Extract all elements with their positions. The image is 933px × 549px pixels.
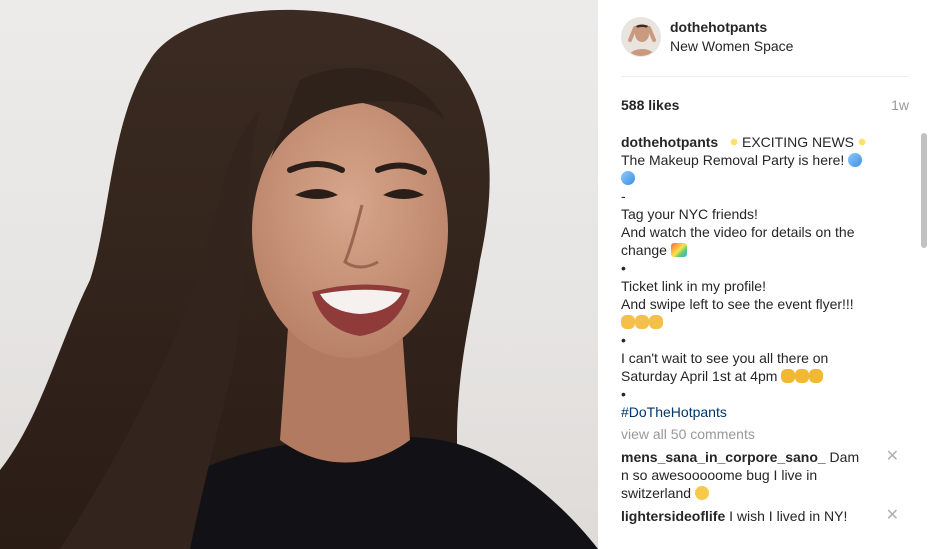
rainbow-icon xyxy=(670,243,687,257)
comments-scrollbar[interactable] xyxy=(920,133,928,533)
sparkles-icon xyxy=(726,135,742,149)
persevering-face-icon xyxy=(694,486,709,500)
comment-text: I wish I lived in NY! xyxy=(729,508,848,524)
comment-text: Dam xyxy=(829,449,860,465)
caption-line: I can't wait to see you all there on xyxy=(621,350,829,366)
view-all-comments-link[interactable]: view all 50 comments xyxy=(621,425,901,443)
post-details-panel: dothehotpants New Women Space 588 likes … xyxy=(598,0,933,549)
caption-line: Saturday April 1st at 4pm xyxy=(621,368,778,384)
comment-author[interactable]: mens_sana_in_corpore_sano_ xyxy=(621,449,826,465)
caption-line: • xyxy=(621,260,626,276)
post-location[interactable]: New Women Space xyxy=(670,38,793,54)
caption-line: change xyxy=(621,242,667,258)
post-username[interactable]: dothehotpants xyxy=(670,19,767,35)
post-video-frame xyxy=(0,9,598,549)
avatar[interactable] xyxy=(621,17,661,57)
close-icon[interactable]: ✕ xyxy=(886,507,899,525)
avatar-image xyxy=(622,18,660,56)
post-age[interactable]: 1w xyxy=(891,97,909,113)
likes-count[interactable]: 588 likes xyxy=(621,97,679,113)
caption-author[interactable]: dothehotpants xyxy=(621,134,718,150)
close-icon[interactable]: ✕ xyxy=(886,448,899,466)
comment-text: switzerland xyxy=(621,485,692,501)
pointing-left-icon xyxy=(635,315,649,329)
pointing-left-icon xyxy=(621,315,635,329)
raised-hands-icon xyxy=(795,369,810,383)
caption-line: And swipe left to see the event flyer!!! xyxy=(621,296,854,312)
droplets-icon xyxy=(621,171,635,185)
raised-hands-icon xyxy=(781,369,796,383)
comment-text: n so awesooooome bug I live in xyxy=(621,467,818,483)
sparkles-icon xyxy=(854,135,871,149)
caption-line: The Makeup Removal Party is here! xyxy=(621,152,845,168)
pointing-left-icon xyxy=(649,315,663,329)
caption-line: And watch the video for details on the xyxy=(621,224,855,240)
raised-hands-icon xyxy=(809,369,824,383)
caption-line: EXCITING NEWS xyxy=(742,134,855,150)
droplets-icon xyxy=(848,153,863,167)
post-header: dothehotpants New Women Space xyxy=(598,0,933,77)
scrollbar-thumb[interactable] xyxy=(921,133,927,248)
comment-author[interactable]: lightersideoflife xyxy=(621,508,725,524)
post-media[interactable] xyxy=(0,0,598,549)
caption-line: • xyxy=(621,332,626,348)
caption-line: Tag your NYC friends! xyxy=(621,206,758,222)
hashtag-link[interactable]: #DoTheHotpants xyxy=(621,403,901,421)
comment-item: mens_sana_in_corpore_sano_ Dam n so awes… xyxy=(621,448,901,502)
caption-line: - xyxy=(621,188,626,204)
caption-line: Ticket link in my profile! xyxy=(621,278,766,294)
comment-item: lightersideoflife I wish I lived in NY! … xyxy=(621,507,901,525)
caption: dothehotpants EXCITING NEWS The Makeup R… xyxy=(621,133,901,421)
header-divider xyxy=(621,76,909,77)
comments-list[interactable]: dothehotpants EXCITING NEWS The Makeup R… xyxy=(621,133,901,535)
caption-line: • xyxy=(621,386,626,402)
